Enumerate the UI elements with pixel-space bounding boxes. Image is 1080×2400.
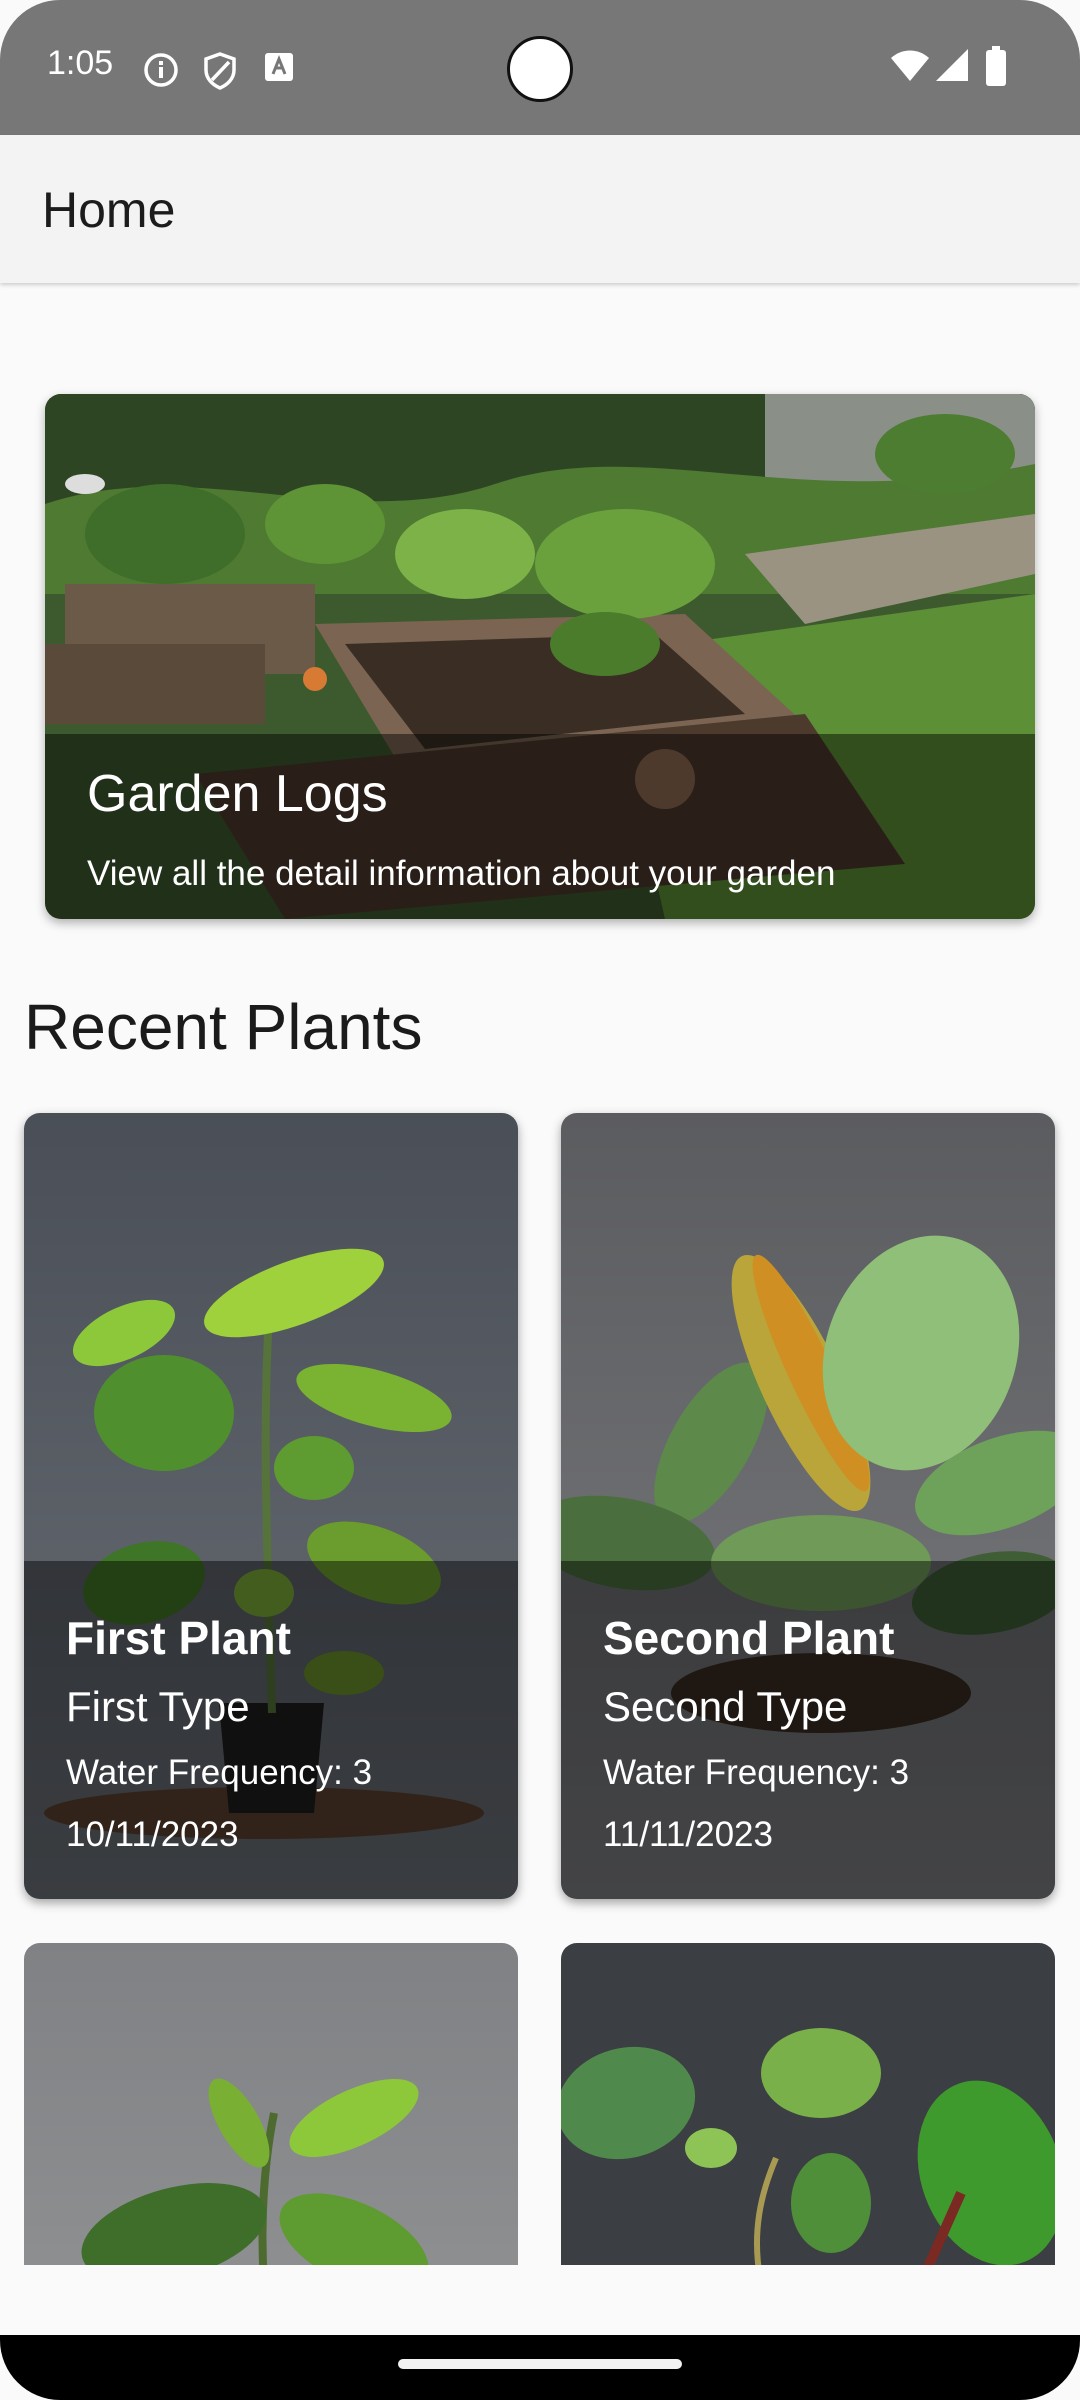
section-title: Recent Plants [24, 991, 423, 1063]
status-bar: 1:05 [0, 0, 1080, 135]
plant-card[interactable]: Second Plant Second Type Water Frequency… [561, 1113, 1055, 1899]
bottom-spacer [0, 2265, 1080, 2335]
plant-image [24, 1943, 518, 2283]
hero-subtitle: View all the detail information about yo… [87, 854, 836, 893]
wifi-icon [891, 50, 929, 81]
plant-type: Second Type [603, 1683, 848, 1730]
shield-icon [204, 52, 236, 90]
garden-logs-card[interactable]: Garden Logs View all the detail informat… [45, 394, 1035, 919]
plant-date: 10/11/2023 [66, 1815, 239, 1854]
app-bar: Home [0, 135, 1080, 283]
plant-name: Second Plant [603, 1612, 895, 1664]
plant-water-frequency: Water Frequency: 3 [603, 1753, 910, 1792]
plant-type: First Type [66, 1683, 250, 1730]
plant-image [561, 1943, 1055, 2283]
plant-card[interactable] [24, 1943, 518, 2283]
front-camera [507, 36, 573, 102]
plant-water-frequency: Water Frequency: 3 [66, 1753, 373, 1792]
plant-date: 11/11/2023 [603, 1815, 773, 1854]
signal-icon [936, 49, 968, 81]
plant-card[interactable] [561, 1943, 1055, 2283]
font-icon [265, 53, 293, 81]
hero-title: Garden Logs [87, 765, 388, 823]
plant-name: First Plant [66, 1612, 291, 1664]
plant-card[interactable]: First Plant First Type Water Frequency: … [24, 1113, 518, 1899]
battery-icon [986, 46, 1006, 86]
page-title: Home [42, 182, 176, 238]
home-indicator[interactable] [398, 2359, 682, 2369]
status-time: 1:05 [47, 44, 114, 82]
info-icon [144, 53, 178, 87]
